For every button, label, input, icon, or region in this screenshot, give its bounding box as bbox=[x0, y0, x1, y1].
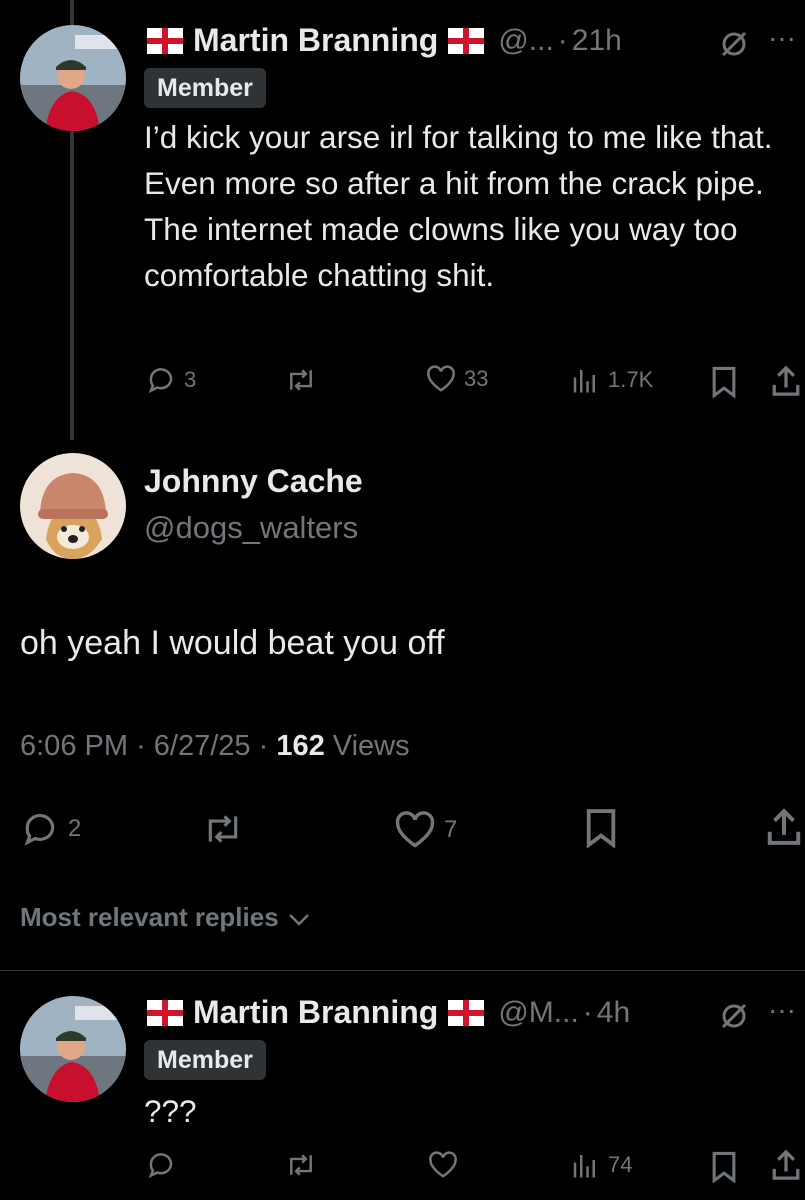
repost-button[interactable] bbox=[200, 810, 246, 848]
reply-icon bbox=[148, 1153, 173, 1179]
england-flag-icon bbox=[448, 27, 485, 54]
views-count: 162 bbox=[276, 730, 325, 762]
avatar[interactable] bbox=[20, 453, 126, 559]
reply-count: 2 bbox=[68, 815, 82, 842]
share-icon[interactable] bbox=[770, 364, 802, 398]
timestamp[interactable]: 21h bbox=[572, 24, 622, 58]
separator-dot: · bbox=[557, 23, 568, 57]
repost-button[interactable] bbox=[284, 1150, 318, 1180]
tweet-time[interactable]: 6:06 PM bbox=[20, 730, 128, 762]
like-count: 33 bbox=[464, 366, 489, 391]
reply-icon bbox=[148, 368, 173, 394]
author-name[interactable]: Martin Branning bbox=[193, 22, 438, 59]
heart-icon bbox=[429, 1151, 457, 1178]
tweet-date[interactable]: 6/27/25 bbox=[154, 730, 251, 762]
bookmark-icon[interactable] bbox=[710, 1151, 738, 1183]
heart-icon bbox=[395, 811, 435, 848]
divider bbox=[0, 970, 805, 971]
member-badge: Member bbox=[144, 68, 266, 108]
views-count: 1.7K bbox=[608, 367, 654, 392]
like-button[interactable]: 7 bbox=[394, 811, 457, 849]
member-badge: Member bbox=[144, 1040, 266, 1080]
repost-button[interactable] bbox=[284, 365, 318, 395]
repost-icon bbox=[290, 369, 312, 391]
reply-icon bbox=[24, 814, 55, 846]
author-handle[interactable]: @M... bbox=[498, 996, 578, 1030]
england-flag-icon bbox=[147, 27, 183, 54]
author-row: Martin Branning @M... · 4h bbox=[147, 994, 630, 1031]
views-icon bbox=[573, 1155, 595, 1178]
heart-icon bbox=[427, 365, 455, 392]
share-icon[interactable] bbox=[765, 806, 803, 848]
author-handle[interactable]: @dogs_walters bbox=[144, 510, 358, 546]
tweet-text: ??? bbox=[144, 1093, 197, 1129]
england-flag-icon bbox=[448, 999, 485, 1026]
views-button[interactable]: 1.7K bbox=[570, 365, 653, 395]
like-count: 7 bbox=[444, 816, 458, 843]
reply-count: 3 bbox=[184, 367, 197, 392]
views-count: 74 bbox=[608, 1152, 633, 1177]
bookmark-icon[interactable] bbox=[584, 808, 618, 848]
tweet-text: I’d kick your arse irl for talking to me… bbox=[144, 119, 773, 293]
views-icon bbox=[573, 370, 595, 393]
grok-icon[interactable] bbox=[718, 1000, 750, 1032]
separator-dot: · bbox=[136, 730, 154, 762]
avatar[interactable] bbox=[20, 25, 126, 131]
separator-dot: · bbox=[258, 730, 277, 762]
views-label: Views bbox=[332, 730, 410, 762]
reply-button[interactable]: 2 bbox=[20, 810, 81, 848]
replies-sort-dropdown[interactable]: Most relevant replies bbox=[20, 902, 312, 933]
grok-icon[interactable] bbox=[718, 28, 750, 60]
author-name[interactable]: Johnny Cache bbox=[144, 463, 363, 500]
repost-icon bbox=[208, 815, 238, 843]
share-icon[interactable] bbox=[770, 1148, 802, 1182]
replies-sort-label: Most relevant replies bbox=[20, 902, 279, 932]
repost-icon bbox=[290, 1154, 312, 1176]
separator-dot: · bbox=[582, 995, 593, 1029]
tweet-text: oh yeah I would beat you off bbox=[20, 624, 445, 662]
bookmark-icon[interactable] bbox=[710, 366, 738, 398]
reply-button[interactable] bbox=[146, 1150, 176, 1180]
like-button[interactable]: 33 bbox=[426, 365, 488, 393]
author-row: Martin Branning @... · 21h bbox=[147, 22, 622, 59]
views-button[interactable]: 74 bbox=[570, 1150, 632, 1180]
more-options-icon[interactable]: ··· bbox=[768, 22, 796, 54]
more-options-icon[interactable]: ··· bbox=[768, 994, 796, 1026]
england-flag-icon bbox=[147, 999, 183, 1026]
author-handle[interactable]: @... bbox=[498, 24, 553, 58]
timestamp[interactable]: 4h bbox=[597, 996, 630, 1030]
like-button[interactable] bbox=[428, 1151, 458, 1179]
tweet-meta: 6:06 PM · 6/27/25 · 162 Views bbox=[20, 730, 410, 763]
author-name[interactable]: Martin Branning bbox=[193, 994, 438, 1031]
chevron-down-icon bbox=[289, 914, 309, 926]
avatar[interactable] bbox=[20, 996, 126, 1102]
reply-button[interactable]: 3 bbox=[146, 365, 196, 395]
